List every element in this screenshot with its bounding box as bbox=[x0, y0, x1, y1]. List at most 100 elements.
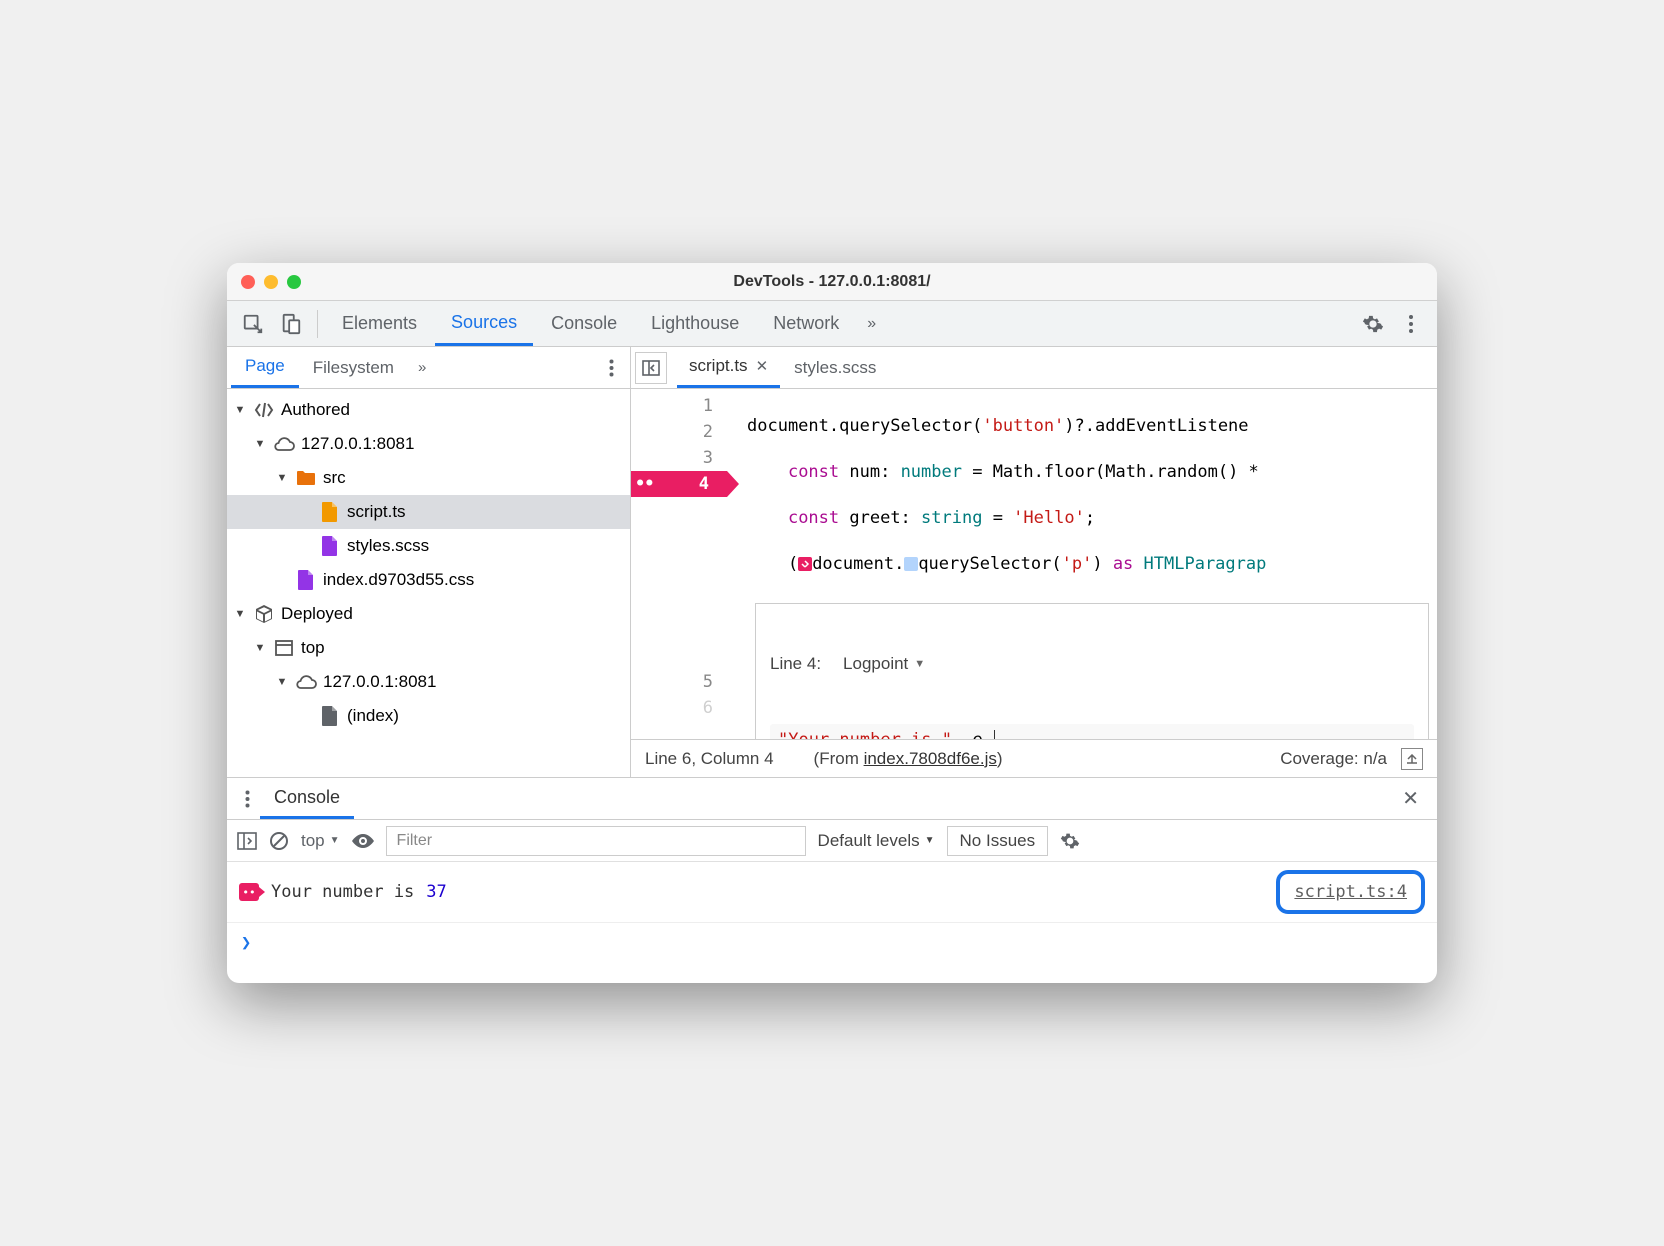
cloud-icon bbox=[295, 674, 317, 690]
tab-lighthouse[interactable]: Lighthouse bbox=[635, 301, 755, 346]
tree-label: src bbox=[323, 468, 346, 488]
issues-button[interactable]: No Issues bbox=[947, 826, 1049, 856]
tree-label: Authored bbox=[281, 400, 350, 420]
code-editor[interactable]: 1 2 3 ••4 5 6 document.querySelector('bu… bbox=[631, 389, 1437, 739]
nav-tab-filesystem[interactable]: Filesystem bbox=[299, 347, 408, 388]
file-scss-icon bbox=[319, 536, 341, 556]
drawer-tabs: Console ✕ bbox=[227, 777, 1437, 819]
console-log-row[interactable]: •• Your number is 37 script.ts:4 bbox=[227, 862, 1437, 923]
console-output: •• Your number is 37 script.ts:4 ❯ bbox=[227, 861, 1437, 983]
tree-label: Deployed bbox=[281, 604, 353, 624]
tree-file-script[interactable]: script.ts bbox=[227, 495, 630, 529]
device-toolbar-icon[interactable] bbox=[273, 306, 309, 342]
window-title: DevTools - 127.0.0.1:8081/ bbox=[227, 273, 1437, 291]
logpoint-expression-input[interactable]: "Your number is ", e bbox=[770, 724, 1414, 739]
nav-more-tabs-icon[interactable]: » bbox=[408, 359, 436, 376]
console-settings-icon[interactable] bbox=[1060, 831, 1080, 851]
log-value: 37 bbox=[426, 882, 446, 902]
editor-tab-label: script.ts bbox=[689, 356, 748, 376]
tree-file-indexcss[interactable]: index.d9703d55.css bbox=[227, 563, 630, 597]
console-filter-input[interactable]: Filter bbox=[386, 826, 806, 856]
close-drawer-icon[interactable]: ✕ bbox=[1392, 786, 1429, 811]
tree-label: 127.0.0.1:8081 bbox=[323, 672, 436, 692]
source-map-info: (From index.7808df6e.js) bbox=[814, 749, 1003, 769]
logpoint-marker[interactable]: ••4 bbox=[631, 471, 727, 497]
navigator-tabs: Page Filesystem » bbox=[227, 347, 630, 389]
line-number[interactable]: 2 bbox=[631, 419, 727, 445]
console-toolbar: top ▼ Filter Default levels ▼ No Issues bbox=[227, 819, 1437, 861]
tree-label: index.d9703d55.css bbox=[323, 570, 474, 590]
line-number[interactable]: 3 bbox=[631, 445, 727, 471]
pretty-print-icon[interactable] bbox=[1401, 748, 1423, 770]
titlebar: DevTools - 127.0.0.1:8081/ bbox=[227, 263, 1437, 301]
cloud-icon bbox=[273, 436, 295, 452]
tree-host[interactable]: ▼ 127.0.0.1:8081 bbox=[227, 427, 630, 461]
show-navigator-icon[interactable] bbox=[635, 352, 667, 384]
tree-label: 127.0.0.1:8081 bbox=[301, 434, 414, 454]
folder-icon bbox=[295, 470, 317, 486]
file-icon bbox=[319, 706, 341, 726]
coverage-label: Coverage: n/a bbox=[1280, 749, 1387, 769]
nav-tab-page[interactable]: Page bbox=[231, 347, 299, 388]
tree-folder-src[interactable]: ▼ src bbox=[227, 461, 630, 495]
console-prompt[interactable]: ❯ bbox=[227, 923, 1437, 983]
close-tab-icon[interactable]: ✕ bbox=[756, 357, 769, 375]
console-sidebar-toggle-icon[interactable] bbox=[237, 832, 257, 850]
tree-file-index[interactable]: (index) bbox=[227, 699, 630, 733]
devtools-window: DevTools - 127.0.0.1:8081/ Elements Sour… bbox=[227, 263, 1437, 983]
more-tabs-icon[interactable]: » bbox=[857, 315, 886, 333]
sources-panel: Page Filesystem » ▼ Authored ▼ 127.0.0.1… bbox=[227, 347, 1437, 777]
tab-sources[interactable]: Sources bbox=[435, 301, 533, 346]
line-number[interactable]: 6 bbox=[631, 695, 727, 721]
bp-type-select[interactable]: Logpoint ▼ bbox=[843, 654, 925, 674]
line-number[interactable]: 1 bbox=[631, 393, 727, 419]
drawer-options-icon[interactable] bbox=[235, 790, 260, 808]
nav-options-icon[interactable] bbox=[597, 359, 626, 377]
tree-deployed[interactable]: ▼ Deployed bbox=[227, 597, 630, 631]
code-content[interactable]: document.querySelector('button')?.addEve… bbox=[727, 389, 1437, 739]
drawer-tab-console[interactable]: Console bbox=[260, 778, 354, 819]
log-message: Your number is bbox=[271, 882, 414, 902]
tab-console[interactable]: Console bbox=[535, 301, 633, 346]
code-brackets-icon bbox=[253, 401, 275, 419]
line-number[interactable]: 5 bbox=[631, 669, 727, 695]
tree-file-styles[interactable]: styles.scss bbox=[227, 529, 630, 563]
settings-icon[interactable] bbox=[1355, 306, 1391, 342]
editor-tab-label: styles.scss bbox=[794, 358, 876, 378]
editor-tabs: script.ts ✕ styles.scss bbox=[631, 347, 1437, 389]
breakpoint-editor-widget: Line 4: Logpoint ▼ "Your number is ", e … bbox=[755, 603, 1429, 739]
live-expression-icon[interactable] bbox=[352, 834, 374, 848]
tree-label: top bbox=[301, 638, 325, 658]
frame-icon bbox=[273, 640, 295, 656]
editor-pane: script.ts ✕ styles.scss 1 2 3 ••4 5 6 do bbox=[631, 347, 1437, 777]
tree-host2[interactable]: ▼ 127.0.0.1:8081 bbox=[227, 665, 630, 699]
tab-elements[interactable]: Elements bbox=[326, 301, 433, 346]
editor-tab-script[interactable]: script.ts ✕ bbox=[677, 347, 780, 388]
tab-network[interactable]: Network bbox=[757, 301, 855, 346]
navigator-pane: Page Filesystem » ▼ Authored ▼ 127.0.0.1… bbox=[227, 347, 631, 777]
tree-authored[interactable]: ▼ Authored bbox=[227, 393, 630, 427]
main-toolbar: Elements Sources Console Lighthouse Netw… bbox=[227, 301, 1437, 347]
editor-tab-styles[interactable]: styles.scss bbox=[782, 347, 888, 388]
toolbar-divider bbox=[317, 310, 318, 338]
source-map-link[interactable]: index.7808df6e.js bbox=[864, 749, 997, 768]
tree-label: script.ts bbox=[347, 502, 406, 522]
inspect-element-icon[interactable] bbox=[235, 306, 271, 342]
logpoint-badge-icon: •• bbox=[239, 883, 259, 901]
log-source-link[interactable]: script.ts:4 bbox=[1276, 870, 1425, 914]
line-gutter: 1 2 3 ••4 5 6 bbox=[631, 389, 727, 739]
clear-console-icon[interactable] bbox=[269, 831, 289, 851]
tree-label: (index) bbox=[347, 706, 399, 726]
tree-top[interactable]: ▼ top bbox=[227, 631, 630, 665]
file-tree: ▼ Authored ▼ 127.0.0.1:8081 ▼ src bbox=[227, 389, 630, 777]
context-selector[interactable]: top ▼ bbox=[301, 831, 340, 851]
tree-label: styles.scss bbox=[347, 536, 429, 556]
cursor-position: Line 6, Column 4 bbox=[645, 749, 774, 769]
log-levels-selector[interactable]: Default levels ▼ bbox=[818, 831, 935, 851]
more-options-icon[interactable] bbox=[1393, 306, 1429, 342]
editor-statusbar: Line 6, Column 4 (From index.7808df6e.js… bbox=[631, 739, 1437, 777]
file-css-icon bbox=[295, 570, 317, 590]
box-icon bbox=[253, 604, 275, 624]
file-ts-icon bbox=[319, 502, 341, 522]
bp-line-label: Line 4: bbox=[770, 654, 821, 674]
